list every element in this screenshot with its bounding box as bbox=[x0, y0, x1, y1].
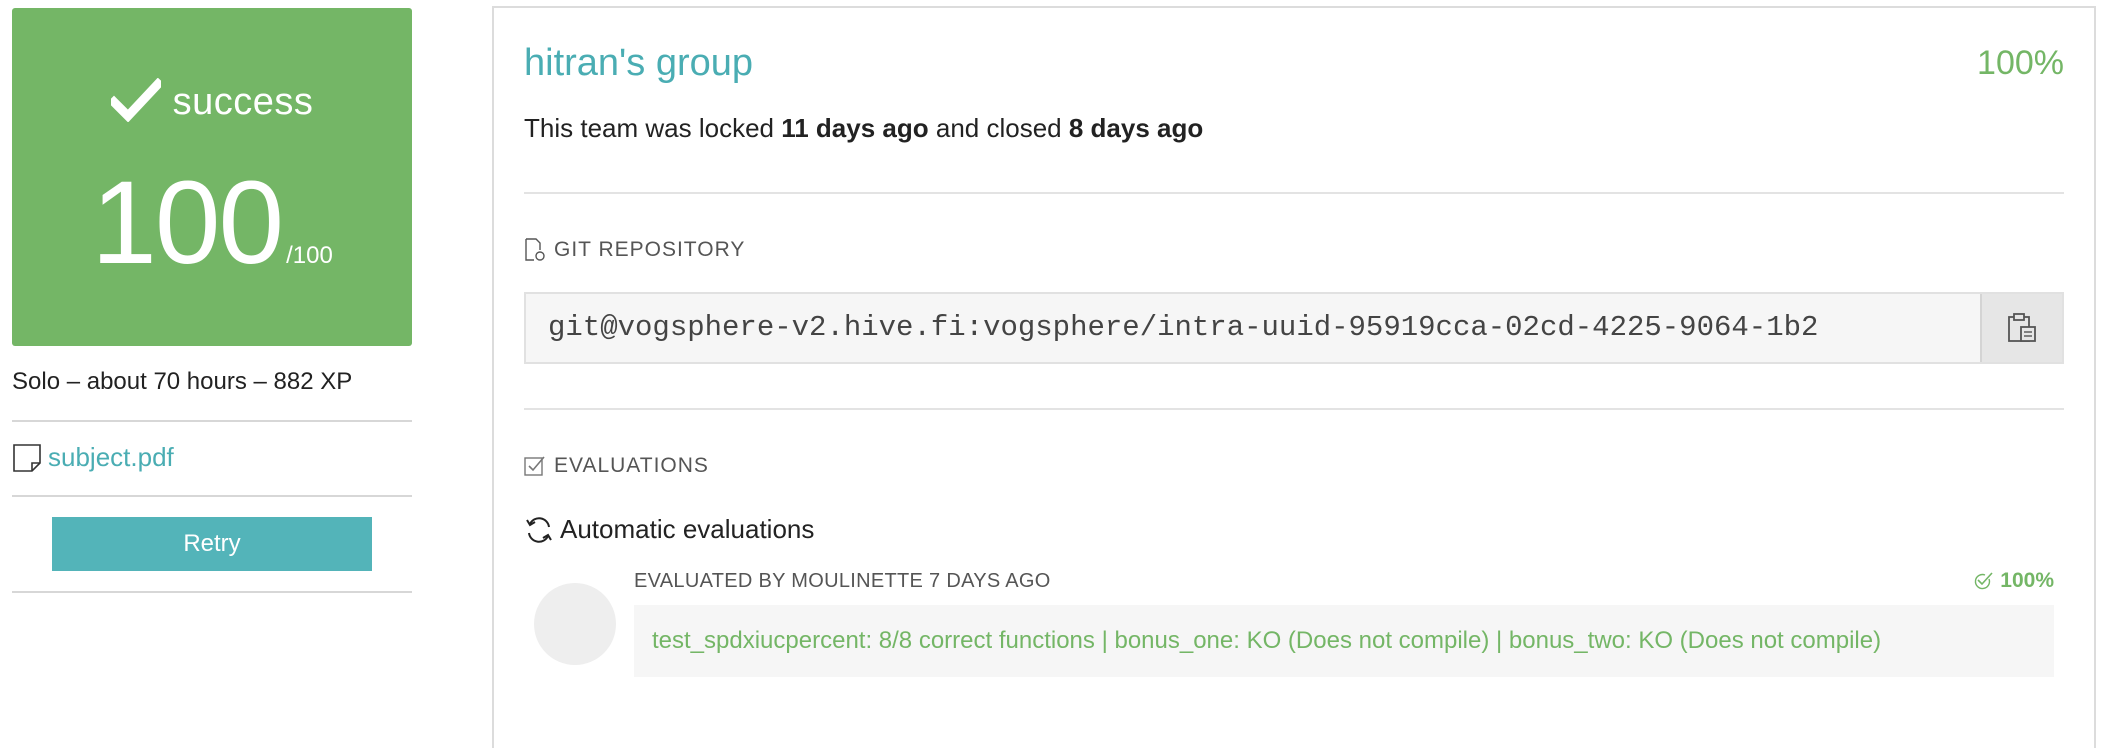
team-info-prefix: This team was locked bbox=[524, 113, 782, 143]
evaluation-item: EVALUATED BY MOULINETTE 7 DAYS AGO 100% bbox=[524, 569, 2064, 729]
subject-row: subject.pdf bbox=[12, 422, 412, 497]
subject-pdf-link[interactable]: subject.pdf bbox=[48, 442, 174, 473]
status-line: success bbox=[12, 77, 412, 123]
refresh-icon bbox=[524, 515, 554, 545]
git-section-title: GIT REPOSITORY bbox=[554, 238, 746, 261]
checkbox-icon bbox=[524, 454, 546, 478]
status-text: success bbox=[172, 81, 314, 123]
evaluations-section-title: EVALUATIONS bbox=[554, 454, 709, 477]
evaluation-score: 100% bbox=[1972, 569, 2054, 593]
group-header: hitran's group 100% bbox=[524, 42, 2064, 85]
locked-time: 11 days ago bbox=[781, 113, 929, 143]
score-value: 100 bbox=[91, 157, 284, 289]
git-file-icon bbox=[524, 238, 546, 262]
group-title[interactable]: hitran's group bbox=[524, 42, 753, 85]
evaluator-avatar[interactable] bbox=[534, 583, 616, 665]
score-line: 100 /100 bbox=[12, 157, 412, 289]
divider bbox=[524, 192, 2064, 194]
evaluation-body: EVALUATED BY MOULINETTE 7 DAYS AGO 100% bbox=[634, 569, 2054, 677]
evaluation-header: EVALUATED BY MOULINETTE 7 DAYS AGO 100% bbox=[634, 569, 2054, 593]
team-info-middle: and closed bbox=[928, 113, 1069, 143]
team-info: This team was locked 11 days ago and clo… bbox=[524, 113, 2064, 144]
copy-url-button[interactable] bbox=[1980, 294, 2062, 362]
repo-url-field[interactable]: git@vogsphere-v2.hive.fi:vogsphere/intra… bbox=[526, 294, 1980, 362]
group-percent: 100% bbox=[1977, 44, 2064, 82]
closed-time: 8 days ago bbox=[1068, 113, 1204, 143]
retry-button[interactable]: Retry bbox=[52, 517, 372, 571]
score-card: success 100 /100 bbox=[12, 8, 412, 346]
score-max: /100 bbox=[286, 242, 333, 269]
team-panel-content: hitran's group 100% This team was locked… bbox=[524, 8, 2064, 729]
divider bbox=[524, 408, 2064, 410]
automatic-evaluations-heading: Automatic evaluations bbox=[524, 514, 2064, 545]
document-icon bbox=[12, 443, 42, 473]
git-section-label: GIT REPOSITORY bbox=[524, 238, 2064, 262]
clipboard-icon bbox=[2005, 311, 2039, 345]
check-circle-icon bbox=[1972, 570, 1994, 592]
project-meta: Solo – about 70 hours – 882 XP bbox=[12, 368, 412, 422]
check-icon bbox=[107, 77, 164, 123]
repo-box: git@vogsphere-v2.hive.fi:vogsphere/intra… bbox=[524, 292, 2064, 364]
project-sidebar: success 100 /100 Solo – about 70 hours –… bbox=[12, 8, 412, 593]
evaluation-score-value: 100% bbox=[2000, 569, 2054, 592]
evaluated-by: EVALUATED BY MOULINETTE 7 DAYS AGO bbox=[634, 569, 1051, 592]
retry-section: Retry bbox=[12, 497, 412, 593]
team-panel: hitran's group 100% This team was locked… bbox=[492, 6, 2096, 748]
project-page: success 100 /100 Solo – about 70 hours –… bbox=[0, 0, 2102, 748]
automatic-evaluations-label: Automatic evaluations bbox=[560, 514, 815, 544]
evaluations-section-label: EVALUATIONS bbox=[524, 454, 2064, 478]
evaluation-result: test_spdxiucpercent: 8/8 correct functio… bbox=[634, 605, 2054, 677]
